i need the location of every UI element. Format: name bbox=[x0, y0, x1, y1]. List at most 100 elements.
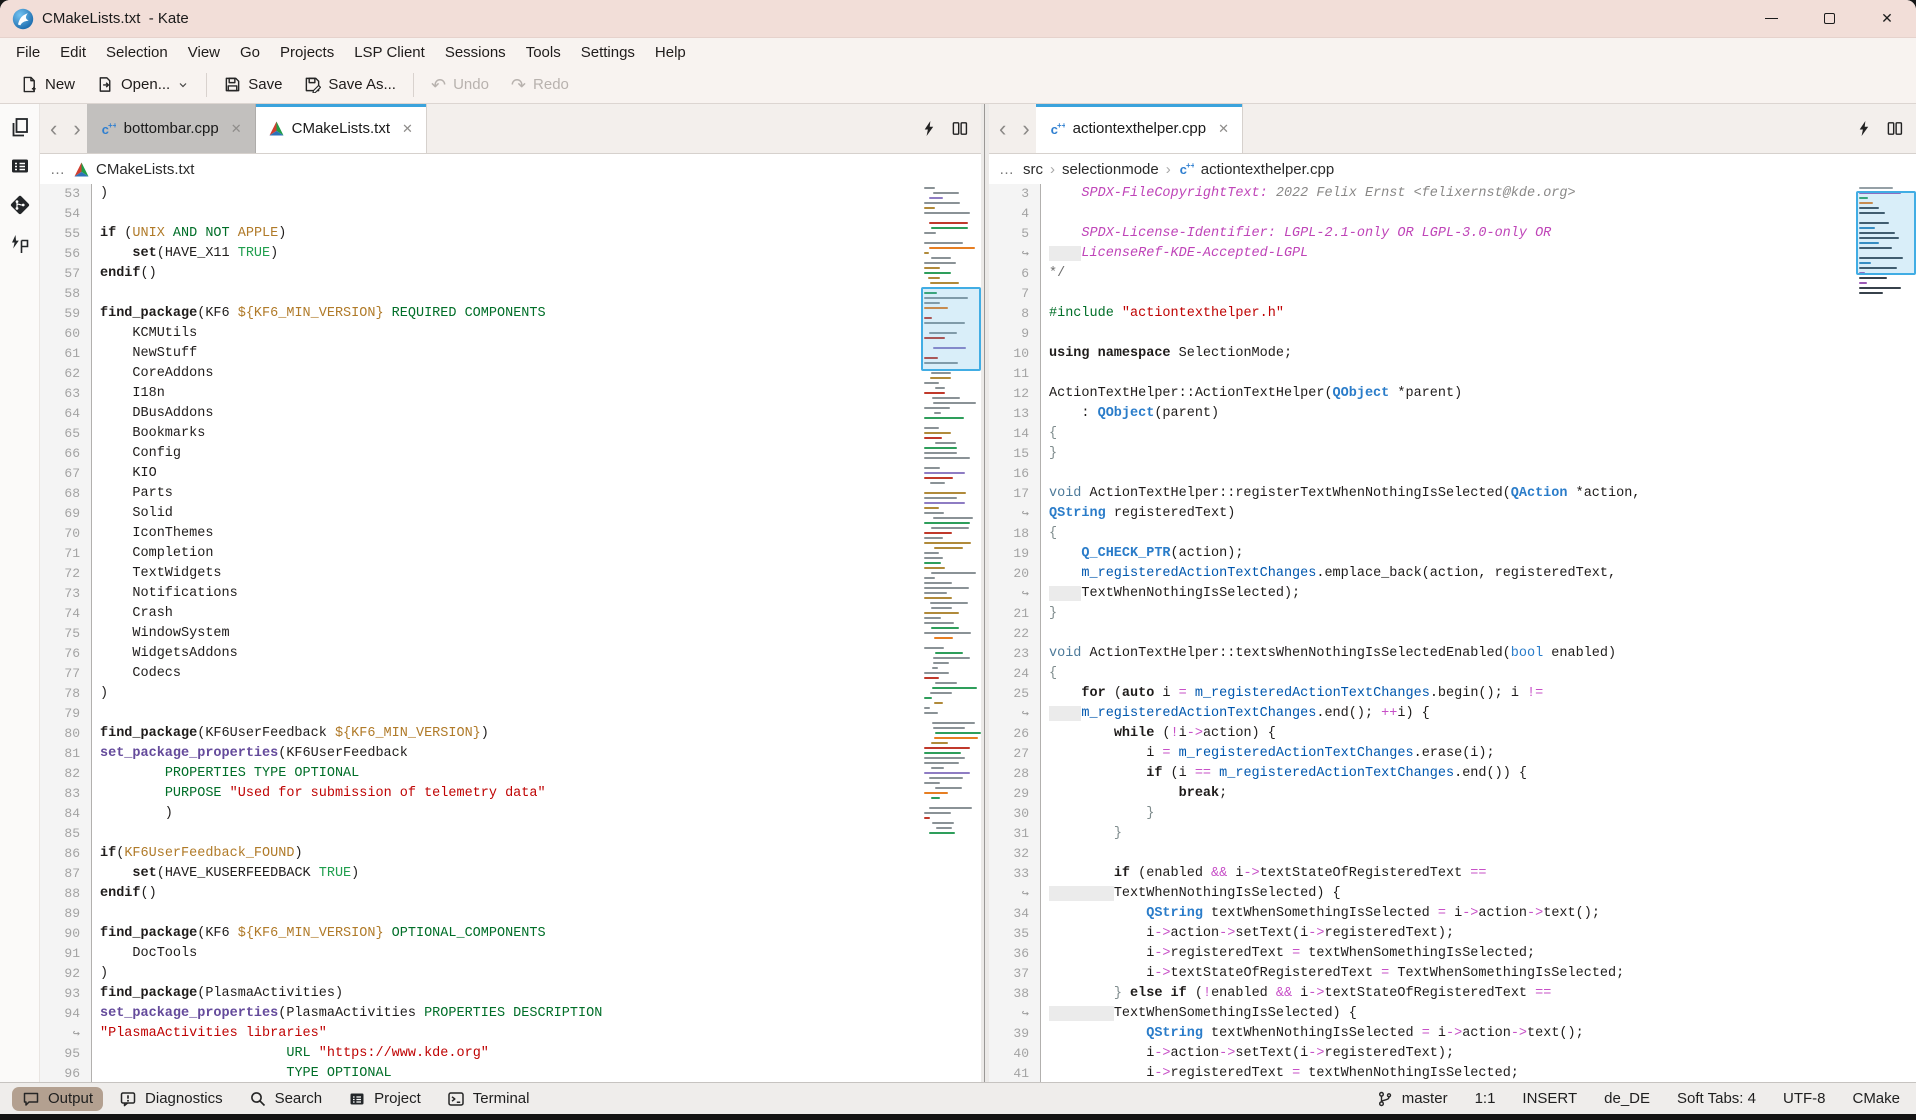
statusbar-diagnostics-button[interactable]: Diagnostics bbox=[109, 1087, 233, 1111]
code-line[interactable]: 84 ) bbox=[40, 804, 981, 824]
split-view-icon[interactable] bbox=[951, 120, 969, 137]
code-line[interactable]: 53) bbox=[40, 184, 981, 204]
code-line[interactable]: ↪ TextWhenNothingIsSelected) { bbox=[989, 884, 1916, 904]
statusbar-project-button[interactable]: Project bbox=[338, 1087, 431, 1111]
code-line[interactable]: 80find_package(KF6UserFeedback ${KF6_MIN… bbox=[40, 724, 981, 744]
code-line[interactable]: 23void ActionTextHelper::textsWhenNothin… bbox=[989, 644, 1916, 664]
menu-edit[interactable]: Edit bbox=[50, 44, 96, 61]
code-line[interactable]: ↪"PlasmaActivities libraries" bbox=[40, 1024, 981, 1044]
code-line[interactable]: 88endif() bbox=[40, 884, 981, 904]
code-line[interactable]: 56 set(HAVE_X11 TRUE) bbox=[40, 244, 981, 264]
code-line[interactable]: 18{ bbox=[989, 524, 1916, 544]
code-line[interactable]: 21} bbox=[989, 604, 1916, 624]
code-line[interactable]: 73 Notifications bbox=[40, 584, 981, 604]
open-button[interactable]: Open... bbox=[86, 66, 200, 103]
code-line[interactable]: 54 bbox=[40, 204, 981, 224]
minimap-left[interactable] bbox=[924, 187, 978, 837]
breadcrumb-item[interactable]: actiontexthelper.cpp bbox=[1201, 161, 1334, 178]
code-line[interactable]: 91 DocTools bbox=[40, 944, 981, 964]
code-line[interactable]: 34 QString textWhenSomethingIsSelected =… bbox=[989, 904, 1916, 924]
code-line[interactable]: 27 i = m_registeredActionTextChanges.era… bbox=[989, 744, 1916, 764]
save-button[interactable]: Save bbox=[213, 66, 293, 103]
code-line[interactable]: 40 i->action->setText(i->registeredText)… bbox=[989, 1044, 1916, 1064]
redo-button[interactable]: ↷Redo bbox=[500, 66, 580, 103]
code-line[interactable]: 20 m_registeredActionTextChanges.emplace… bbox=[989, 564, 1916, 584]
code-line[interactable]: 76 WidgetsAddons bbox=[40, 644, 981, 664]
code-line[interactable]: 78) bbox=[40, 684, 981, 704]
statusbar-cmake[interactable]: CMake bbox=[1852, 1090, 1900, 1107]
menu-lsp-client[interactable]: LSP Client bbox=[344, 44, 435, 61]
code-line[interactable]: 61 NewStuff bbox=[40, 344, 981, 364]
close-button[interactable]: ✕ bbox=[1858, 0, 1916, 37]
tab-CMakeLists.txt[interactable]: CMakeLists.txt✕ bbox=[256, 104, 427, 153]
code-line[interactable]: 96 TYPE OPTIONAL bbox=[40, 1064, 981, 1082]
code-line[interactable]: 82 PROPERTIES TYPE OPTIONAL bbox=[40, 764, 981, 784]
code-line[interactable]: 70 IconThemes bbox=[40, 524, 981, 544]
menu-view[interactable]: View bbox=[178, 44, 230, 61]
code-line[interactable]: 62 CoreAddons bbox=[40, 364, 981, 384]
menu-projects[interactable]: Projects bbox=[270, 44, 344, 61]
code-line[interactable]: 58 bbox=[40, 284, 981, 304]
code-line[interactable]: 92) bbox=[40, 964, 981, 984]
menu-file[interactable]: File bbox=[6, 44, 50, 61]
code-line[interactable]: 28 if (i == m_registeredActionTextChange… bbox=[989, 764, 1916, 784]
code-line[interactable]: 37 i->textStateOfRegisteredText = TextWh… bbox=[989, 964, 1916, 984]
code-line[interactable]: 68 Parts bbox=[40, 484, 981, 504]
menu-help[interactable]: Help bbox=[645, 44, 696, 61]
minimize-button[interactable] bbox=[1742, 0, 1800, 37]
documents-icon[interactable] bbox=[9, 116, 31, 138]
breadcrumb-overflow[interactable]: … bbox=[999, 161, 1014, 178]
code-line[interactable]: ↪ m_registeredActionTextChanges.end(); +… bbox=[989, 704, 1916, 724]
code-line[interactable]: 75 WindowSystem bbox=[40, 624, 981, 644]
code-line[interactable]: 16 bbox=[989, 464, 1916, 484]
minimap-viewport[interactable] bbox=[921, 287, 981, 371]
code-line[interactable]: 69 Solid bbox=[40, 504, 981, 524]
code-line[interactable]: 33 if (enabled && i->textStateOfRegister… bbox=[989, 864, 1916, 884]
code-line[interactable]: 72 TextWidgets bbox=[40, 564, 981, 584]
code-line[interactable]: 67 KIO bbox=[40, 464, 981, 484]
statusbar-terminal-button[interactable]: Terminal bbox=[437, 1087, 540, 1111]
code-line[interactable]: 9 bbox=[989, 324, 1916, 344]
minimap-viewport[interactable] bbox=[1856, 191, 1916, 275]
breadcrumb-item[interactable]: CMakeLists.txt bbox=[96, 161, 194, 178]
code-line[interactable]: 4 bbox=[989, 204, 1916, 224]
code-line[interactable]: 94set_package_properties(PlasmaActivitie… bbox=[40, 1004, 981, 1024]
code-line[interactable]: 89 bbox=[40, 904, 981, 924]
code-line[interactable]: 22 bbox=[989, 624, 1916, 644]
code-line[interactable]: 25 for (auto i = m_registeredActionTextC… bbox=[989, 684, 1916, 704]
code-line[interactable]: 19 Q_CHECK_PTR(action); bbox=[989, 544, 1916, 564]
code-line[interactable]: 31 } bbox=[989, 824, 1916, 844]
code-line[interactable]: 14{ bbox=[989, 424, 1916, 444]
tab-close-icon[interactable]: ✕ bbox=[231, 121, 242, 137]
code-line[interactable]: ↪ TextWhenNothingIsSelected); bbox=[989, 584, 1916, 604]
new-button[interactable]: New bbox=[10, 66, 86, 103]
tab-close-icon[interactable]: ✕ bbox=[402, 121, 413, 137]
code-line[interactable]: 55if (UNIX AND NOT APPLE) bbox=[40, 224, 981, 244]
code-line[interactable]: 15} bbox=[989, 444, 1916, 464]
symbols-icon[interactable] bbox=[9, 233, 31, 255]
code-line[interactable]: 38 } else if (!enabled && i->textStateOf… bbox=[989, 984, 1916, 1004]
code-line[interactable]: 79 bbox=[40, 704, 981, 724]
save-as-button[interactable]: Save As... bbox=[293, 66, 407, 103]
code-line[interactable]: 30 } bbox=[989, 804, 1916, 824]
history-forward-icon[interactable]: › bbox=[1022, 118, 1029, 140]
code-line[interactable]: 6*/ bbox=[989, 264, 1916, 284]
code-line[interactable]: 85 bbox=[40, 824, 981, 844]
code-line[interactable]: 11 bbox=[989, 364, 1916, 384]
code-line[interactable]: 57endif() bbox=[40, 264, 981, 284]
breadcrumb-overflow[interactable]: … bbox=[50, 161, 65, 178]
bolt-icon[interactable] bbox=[921, 120, 935, 137]
code-line[interactable]: 41 i->registeredText = textWhenNothingIs… bbox=[989, 1064, 1916, 1082]
code-line[interactable]: 93find_package(PlasmaActivities) bbox=[40, 984, 981, 1004]
statusbar-search-button[interactable]: Search bbox=[239, 1087, 333, 1111]
code-line[interactable]: 10using namespace SelectionMode; bbox=[989, 344, 1916, 364]
code-line[interactable]: 65 Bookmarks bbox=[40, 424, 981, 444]
statusbar-insert[interactable]: INSERT bbox=[1522, 1090, 1577, 1107]
breadcrumb-item[interactable]: src bbox=[1023, 161, 1043, 178]
code-line[interactable]: 39 QString textWhenNothingIsSelected = i… bbox=[989, 1024, 1916, 1044]
minimap-right[interactable] bbox=[1859, 187, 1913, 297]
split-view-icon[interactable] bbox=[1886, 120, 1904, 137]
undo-button[interactable]: ↶Undo bbox=[420, 66, 500, 103]
statusbar-output-button[interactable]: Output bbox=[12, 1087, 103, 1111]
code-editor-left[interactable]: 53)5455if (UNIX AND NOT APPLE)56 set(HAV… bbox=[40, 184, 981, 1082]
